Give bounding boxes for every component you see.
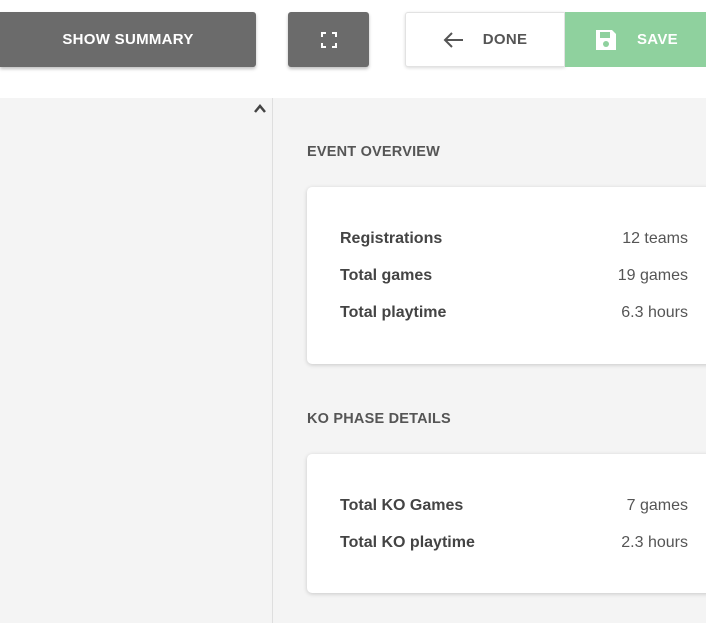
summary-panel: EVENT OVERVIEW Registrations 12 teams To… [274, 98, 706, 623]
done-button[interactable]: DONE [405, 12, 565, 67]
arrow-left-icon [443, 31, 463, 48]
left-panel [0, 98, 273, 623]
table-row: Total games 19 games [340, 262, 688, 290]
show-summary-button[interactable]: SHOW SUMMARY [0, 12, 256, 67]
total-ko-playtime-label: Total KO playtime [340, 534, 475, 551]
total-games-label: Total games [340, 267, 433, 284]
app-window: SHOW SUMMARY DONE SAVE EVENT OVERVIEW Re… [0, 0, 706, 623]
floppy-disk-icon [596, 29, 616, 50]
event-overview-card: Registrations 12 teams Total games 19 ga… [307, 187, 706, 364]
toolbar: SHOW SUMMARY DONE SAVE [0, 0, 706, 98]
fullscreen-icon [320, 31, 337, 48]
done-label: DONE [482, 31, 528, 48]
total-ko-games-label: Total KO Games [340, 497, 464, 514]
show-summary-label: SHOW SUMMARY [62, 31, 194, 48]
ko-phase-title: KO PHASE DETAILS [307, 411, 451, 427]
fullscreen-button[interactable] [288, 12, 369, 67]
table-row: Total KO playtime 2.3 hours [340, 529, 688, 557]
table-row: Registrations 12 teams [340, 225, 688, 253]
table-row: Total playtime 6.3 hours [340, 299, 688, 327]
registrations-value: 12 teams [622, 230, 688, 247]
total-playtime-value: 6.3 hours [621, 304, 688, 321]
table-row: Total KO Games 7 games [340, 492, 688, 520]
registrations-label: Registrations [340, 230, 443, 247]
total-games-value: 19 games [617, 267, 688, 284]
save-label: SAVE [637, 31, 678, 48]
ko-phase-card: Total KO Games 7 games Total KO playtime… [307, 454, 706, 593]
total-ko-playtime-value: 2.3 hours [621, 534, 688, 551]
save-button[interactable]: SAVE [565, 12, 706, 67]
total-playtime-label: Total playtime [340, 304, 447, 321]
event-overview-title: EVENT OVERVIEW [307, 144, 441, 160]
chevron-up-icon[interactable] [252, 102, 268, 116]
total-ko-games-value: 7 games [626, 497, 688, 514]
